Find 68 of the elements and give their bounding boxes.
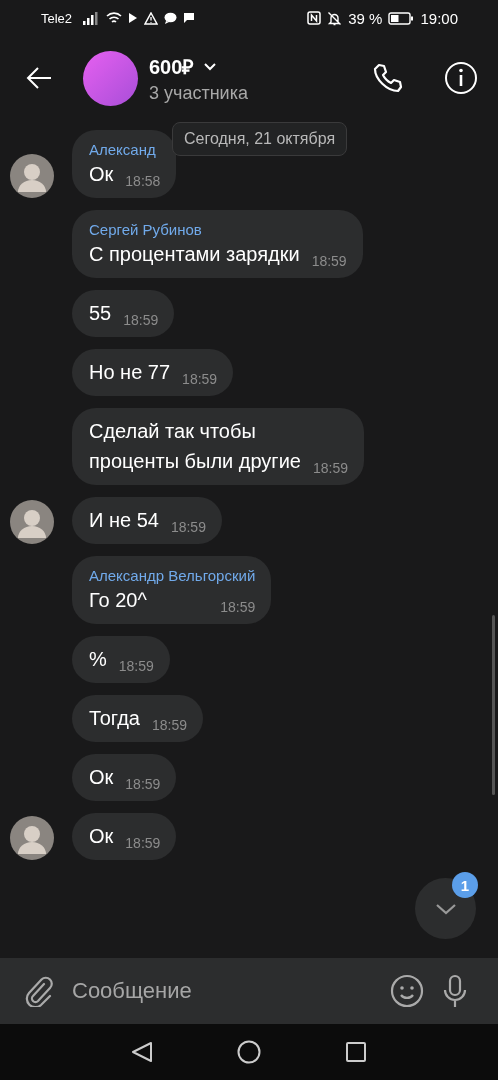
message-icon xyxy=(183,12,196,24)
paperclip-icon[interactable] xyxy=(24,975,54,1007)
avatar-icon[interactable] xyxy=(10,154,54,198)
message-bubble[interactable]: Александр Вельгорский Го 20^ 18:59 xyxy=(72,556,272,624)
message-bubble[interactable]: Сергей Рубинов С процентами зарядки 18:59 xyxy=(72,210,363,278)
group-avatar[interactable] xyxy=(83,50,138,106)
message-time: 18:59 xyxy=(151,716,187,735)
message-time: 18:58 xyxy=(125,172,161,191)
avatar-icon[interactable] xyxy=(10,500,54,544)
message-bubble[interactable]: Ок 18:59 xyxy=(72,754,177,801)
message-time: 18:59 xyxy=(312,459,348,478)
chevron-down-icon xyxy=(434,902,457,915)
message-text: Ок xyxy=(89,162,114,187)
message-bubble[interactable]: Александ Ок 18:58 xyxy=(72,130,177,198)
back-arrow-icon[interactable] xyxy=(25,66,53,90)
message-text: % xyxy=(89,647,107,672)
message-time: 18:59 xyxy=(123,311,159,330)
back-triangle-icon[interactable] xyxy=(131,1041,153,1063)
participant-count: 3 участника xyxy=(149,82,249,104)
home-circle-icon[interactable] xyxy=(237,1040,261,1064)
avatar-icon[interactable] xyxy=(10,816,54,860)
microphone-icon[interactable] xyxy=(442,974,468,1008)
message-text: 55 xyxy=(89,301,112,326)
nfc-icon xyxy=(307,11,322,25)
warning-icon xyxy=(144,11,159,25)
message-time: 18:59 xyxy=(118,657,154,676)
message-input[interactable]: Сообщение xyxy=(72,978,372,1004)
message-bubble[interactable]: И не 54 18:59 xyxy=(72,497,222,544)
emoji-icon[interactable] xyxy=(390,974,424,1008)
play-icon xyxy=(128,12,139,24)
message-time: 18:59 xyxy=(311,252,347,271)
carrier-name: Tele2 xyxy=(41,10,73,26)
message-text: Ок xyxy=(89,765,114,790)
clock-time: 19:00 xyxy=(420,9,458,27)
message-time: 18:59 xyxy=(182,370,218,389)
message-text: И не 54 xyxy=(89,508,159,533)
muted-bell-icon xyxy=(327,10,343,26)
message-bubble[interactable]: Сделай так чтобы проценты были другие 18:59 xyxy=(72,408,364,485)
message-text: Сделай так чтобы проценты были другие xyxy=(89,419,301,474)
message-text: С процентами зарядки xyxy=(89,242,300,267)
unread-badge: 1 xyxy=(452,872,478,898)
message-text: Ок xyxy=(89,824,114,849)
recents-square-icon[interactable] xyxy=(345,1041,367,1063)
chat-bubble-icon xyxy=(164,12,178,24)
battery-icon xyxy=(388,11,415,25)
wifi-icon xyxy=(106,11,123,25)
message-time: 18:59 xyxy=(125,834,161,853)
sender-name[interactable]: Сергей Рубинов xyxy=(89,221,347,238)
sender-name[interactable]: Александ xyxy=(89,141,161,158)
message-bubble[interactable]: 55 18:59 xyxy=(72,290,175,337)
chat-title[interactable]: 600₽ xyxy=(149,52,195,80)
sender-name[interactable]: Александр Вельгорский xyxy=(89,567,256,584)
chevron-down-icon[interactable] xyxy=(203,61,218,71)
signal-icon xyxy=(82,11,101,25)
message-bubble[interactable]: Но не 77 18:59 xyxy=(72,349,234,396)
phone-icon[interactable] xyxy=(372,62,404,94)
message-time: 18:59 xyxy=(125,775,161,794)
message-time: 18:59 xyxy=(220,598,256,617)
date-toast: Сегодня, 21 октября xyxy=(172,122,348,156)
message-bubble[interactable]: Тогда 18:59 xyxy=(72,695,203,742)
message-text: Тогда xyxy=(89,706,140,731)
info-icon[interactable] xyxy=(444,61,478,95)
message-time: 18:59 xyxy=(170,518,206,537)
message-bubble[interactable]: Ок 18:59 xyxy=(72,813,177,860)
message-text: Но не 77 xyxy=(89,360,171,385)
message-bubble[interactable]: % 18:59 xyxy=(72,636,170,683)
battery-percent: 39 % xyxy=(348,9,383,27)
message-text: Го 20^ xyxy=(89,588,147,613)
